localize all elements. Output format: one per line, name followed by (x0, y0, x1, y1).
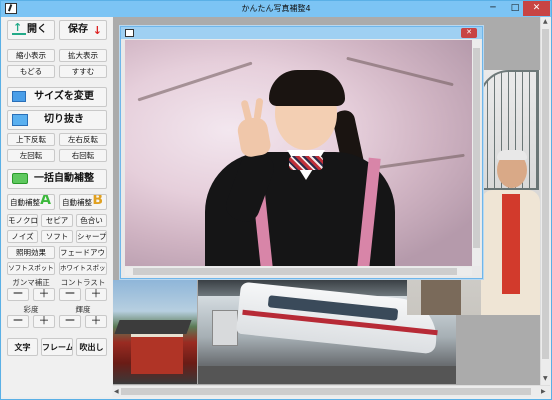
flip-horizontal-button[interactable]: 左右反転 (59, 133, 107, 146)
white-spot-button[interactable]: ホワイトスポット (59, 262, 107, 275)
contrast-minus-button[interactable]: ー (59, 288, 81, 301)
redo-button[interactable]: すすむ (59, 65, 107, 78)
brightness-plus-button[interactable]: ＋ (85, 315, 107, 328)
resize-icon (12, 91, 26, 102)
tool-panel: 開く 保存 ↓ 縮小表示 拡大表示 もどる すすむ サイズを変更 切り抜き 上下… (2, 17, 112, 397)
speech-balloon-button[interactable]: 吹出し (76, 338, 107, 356)
crop-button[interactable]: 切り抜き (7, 110, 107, 130)
scroll-up-icon[interactable]: ▲ (543, 18, 548, 25)
open-button[interactable]: 開く (7, 20, 55, 40)
vertical-scroll-thumb[interactable] (542, 29, 549, 359)
sepia-button[interactable]: セピア (41, 214, 73, 227)
save-arrow-icon: ↓ (92, 24, 102, 37)
window-title: かんたん写真補整4 (241, 4, 311, 13)
gamma-label: ガンマ補正 (12, 278, 50, 287)
rotate-right-button[interactable]: 右回転 (59, 149, 107, 162)
auto-correct-a-button[interactable]: 自動補整 A (7, 194, 55, 210)
brightness-minus-button[interactable]: ー (59, 315, 81, 328)
undo-button[interactable]: もどる (7, 65, 55, 78)
frame-button[interactable]: フレーム (41, 338, 73, 356)
gamma-minus-button[interactable]: ー (7, 288, 29, 301)
auto-correct-icon (12, 173, 28, 184)
scroll-right-icon[interactable]: ▶ (541, 388, 546, 395)
photo-window-girl[interactable]: ✕ (120, 26, 483, 279)
crop-icon (12, 114, 28, 126)
soft-spot-button[interactable]: ソフトスポット (7, 262, 55, 275)
saturation-plus-button[interactable]: ＋ (33, 315, 55, 328)
zoom-out-button[interactable]: 縮小表示 (7, 49, 55, 62)
photo-temple[interactable] (113, 280, 197, 384)
resize-button[interactable]: サイズを変更 (7, 87, 107, 107)
scroll-down-icon[interactable]: ▼ (543, 375, 548, 382)
vertical-scrollbar[interactable]: ▲ ▼ (540, 17, 550, 385)
saturation-minus-button[interactable]: ー (7, 315, 29, 328)
photo-window-horizontal-scrollbar[interactable] (125, 267, 472, 276)
scroll-left-icon[interactable]: ◀ (114, 388, 119, 395)
rotate-left-button[interactable]: 左回転 (7, 149, 55, 162)
photo-girl[interactable] (125, 40, 472, 266)
contrast-plus-button[interactable]: ＋ (85, 288, 107, 301)
saturation-label: 彩度 (23, 305, 39, 314)
auto-correct-b-button[interactable]: 自動補整 B (59, 194, 107, 210)
photo-window-close-button[interactable]: ✕ (461, 28, 477, 38)
horizontal-scroll-thumb[interactable] (121, 388, 531, 395)
color-tone-button[interactable]: 色合い (76, 214, 107, 227)
zoom-in-button[interactable]: 拡大表示 (59, 49, 107, 62)
save-button[interactable]: 保存 ↓ (59, 20, 107, 40)
contrast-label: コントラスト (60, 278, 106, 287)
brightness-label: 輝度 (75, 305, 91, 314)
close-button[interactable]: ✕ (523, 1, 550, 16)
monochrome-button[interactable]: モノクロ (7, 214, 38, 227)
photo-window-titlebar[interactable]: ✕ (121, 27, 482, 39)
photo-window-icon (125, 29, 134, 37)
text-button[interactable]: 文字 (7, 338, 38, 356)
lighting-effect-button[interactable]: 照明効果 (7, 246, 55, 259)
minimize-button[interactable]: ─ (483, 1, 503, 16)
flip-vertical-button[interactable]: 上下反転 (7, 133, 55, 146)
fade-out-button[interactable]: フェードアウト (59, 246, 107, 259)
auto-correct-all-button[interactable]: 一括自動補整 (7, 169, 107, 189)
title-bar: かんたん写真補整4 ─ □ ✕ (1, 1, 551, 17)
maximize-button[interactable]: □ (505, 1, 525, 16)
sharpen-button[interactable]: シャープ (76, 230, 107, 243)
noise-button[interactable]: ノイズ (7, 230, 38, 243)
photo-window-vertical-scrollbar[interactable] (472, 40, 481, 266)
horizontal-scrollbar[interactable]: ◀ ▶ (113, 385, 550, 397)
gamma-plus-button[interactable]: ＋ (33, 288, 55, 301)
soft-button[interactable]: ソフト (41, 230, 73, 243)
open-icon (12, 21, 26, 37)
